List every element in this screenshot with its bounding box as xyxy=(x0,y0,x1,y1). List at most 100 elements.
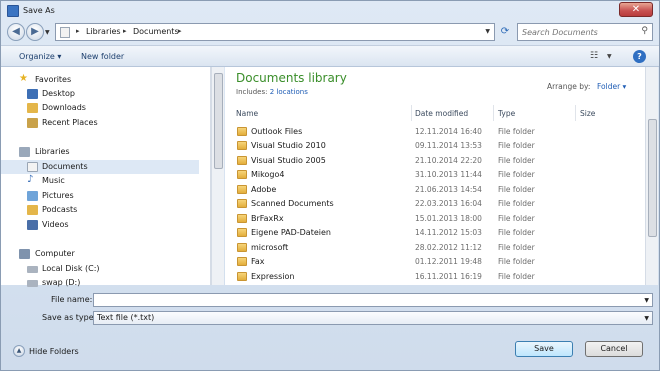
recent-places-icon xyxy=(27,118,38,128)
refresh-button[interactable]: ⟳ xyxy=(498,25,512,39)
file-name: Fax xyxy=(251,257,265,266)
drive-icon xyxy=(27,266,38,273)
sidebar-item-computer[interactable]: Computer xyxy=(1,247,199,261)
column-divider[interactable] xyxy=(493,105,494,121)
address-row: ◀ ▶ ▼ ▸ Libraries ▸ Documents ▸ ▼ ⟳ ⚲ xyxy=(1,21,659,43)
breadcrumb-libraries[interactable]: Libraries xyxy=(86,27,121,36)
close-button[interactable]: ✕ xyxy=(619,2,653,17)
column-header-name[interactable]: Name xyxy=(236,109,258,118)
recent-pages-chevron-icon[interactable]: ▼ xyxy=(45,29,50,36)
arrange-by-label: Arrange by: xyxy=(547,82,591,91)
arrange-by-dropdown[interactable]: Folder ▾ xyxy=(597,82,626,91)
computer-icon xyxy=(19,249,30,259)
file-row[interactable]: Scanned Documents 22.03.2013 16:04 File … xyxy=(225,197,645,211)
sidebar-item-favorites[interactable]: ★ Favorites xyxy=(1,73,199,87)
scrollbar-thumb[interactable] xyxy=(214,73,223,169)
chevron-down-icon[interactable]: ▼ xyxy=(644,297,649,304)
organize-menu[interactable]: Organize ▾ xyxy=(19,52,61,61)
file-name-field[interactable]: ▼ xyxy=(93,293,653,307)
includes-locations-link[interactable]: 2 locations xyxy=(270,88,308,96)
forward-button[interactable]: ▶ xyxy=(26,23,44,41)
sidebar-item-desktop[interactable]: Desktop xyxy=(1,87,199,101)
libraries-icon xyxy=(19,147,30,157)
column-header-size[interactable]: Size xyxy=(580,109,595,118)
sidebar-item-podcasts[interactable]: Podcasts xyxy=(1,203,199,217)
file-date: 21.10.2014 22:20 xyxy=(415,156,482,165)
file-type: File folder xyxy=(498,199,535,208)
folder-icon xyxy=(60,27,70,38)
folder-icon xyxy=(237,272,247,281)
search-input[interactable] xyxy=(522,25,640,40)
title-bar: Save As ✕ xyxy=(1,1,659,21)
file-name-input[interactable] xyxy=(97,294,637,306)
sidebar-item-downloads[interactable]: Downloads xyxy=(1,101,199,115)
sidebar-item-label: Downloads xyxy=(42,103,86,112)
file-name: microsoft xyxy=(251,243,289,252)
file-row[interactable]: microsoft 28.02.2012 11:12 File folder xyxy=(225,241,645,255)
view-options-icon[interactable]: ☷ xyxy=(590,51,598,61)
new-folder-button[interactable]: New folder xyxy=(81,52,124,61)
sidebar-item-music[interactable]: ♪ Music xyxy=(1,174,199,188)
folder-icon xyxy=(237,127,247,136)
save-as-type-select[interactable]: Text file (*.txt) ▼ xyxy=(93,311,653,325)
sidebar-item-pictures[interactable]: Pictures xyxy=(1,189,199,203)
folder-icon xyxy=(237,214,247,223)
file-type: File folder xyxy=(498,214,535,223)
app-icon xyxy=(7,5,19,17)
sidebar-item-recent-places[interactable]: Recent Places xyxy=(1,116,199,130)
sidebar-item-label: Podcasts xyxy=(42,205,78,214)
save-button[interactable]: Save xyxy=(515,341,573,357)
search-icon[interactable]: ⚲ xyxy=(641,26,648,36)
sidebar-item-label: Recent Places xyxy=(42,118,98,127)
file-row[interactable]: BrFaxRx 15.01.2013 18:00 File folder xyxy=(225,212,645,226)
file-row[interactable]: Outlook Files 12.11.2014 16:40 File fold… xyxy=(225,125,645,139)
column-divider[interactable] xyxy=(411,105,412,121)
chevron-down-icon[interactable]: ▼ xyxy=(485,28,490,35)
chevron-right-icon[interactable]: ▸ xyxy=(76,27,80,35)
chevron-down-icon[interactable]: ▼ xyxy=(644,315,649,322)
sidebar-item-libraries[interactable]: Libraries xyxy=(1,145,199,159)
search-box[interactable]: ⚲ xyxy=(517,23,653,41)
chevron-right-icon[interactable]: ▸ xyxy=(123,27,127,35)
back-button[interactable]: ◀ xyxy=(7,23,25,41)
sidebar-item-label: Favorites xyxy=(35,75,72,84)
scrollbar-thumb[interactable] xyxy=(648,119,657,237)
address-bar[interactable]: ▸ Libraries ▸ Documents ▸ ▼ xyxy=(55,23,495,41)
chevron-right-icon[interactable]: ▸ xyxy=(178,27,182,35)
file-row[interactable]: Visual Studio 2005 21.10.2014 22:20 File… xyxy=(225,154,645,168)
folder-icon xyxy=(237,228,247,237)
file-list-scrollbar[interactable] xyxy=(645,67,658,285)
arrow-right-icon: ▶ xyxy=(31,26,39,37)
file-name: Eigene PAD-Dateien xyxy=(251,228,331,237)
chevron-down-icon[interactable]: ▼ xyxy=(607,53,612,60)
column-divider[interactable] xyxy=(575,105,576,121)
cancel-button[interactable]: Cancel xyxy=(585,341,643,357)
folder-icon xyxy=(237,170,247,179)
file-row[interactable]: Eigene PAD-Dateien 14.11.2012 15:03 File… xyxy=(225,226,645,240)
sidebar-item-label: Local Disk (C:) xyxy=(42,264,100,273)
file-type: File folder xyxy=(498,243,535,252)
file-row[interactable]: Visual Studio 2010 09.11.2014 13:53 File… xyxy=(225,139,645,153)
file-row[interactable]: Adobe 21.06.2013 14:54 File folder xyxy=(225,183,645,197)
file-type: File folder xyxy=(498,170,535,179)
folder-icon xyxy=(237,257,247,266)
file-row[interactable]: Mikogo4 31.10.2013 11:44 File folder xyxy=(225,168,645,182)
navigation-scrollbar[interactable] xyxy=(211,67,224,285)
command-bar: Organize ▾ New folder ☷ ▼ ? xyxy=(1,45,659,67)
column-header-type[interactable]: Type xyxy=(498,109,515,118)
file-row[interactable]: Fax 01.12.2011 19:48 File folder xyxy=(225,255,645,269)
sidebar-item-local-disk-c[interactable]: Local Disk (C:) xyxy=(1,262,199,276)
chevron-up-icon[interactable]: ▲ xyxy=(13,345,25,357)
sidebar-item-videos[interactable]: Videos xyxy=(1,218,199,232)
file-row[interactable]: Expression 16.11.2011 16:19 File folder xyxy=(225,270,645,284)
folder-icon xyxy=(237,199,247,208)
breadcrumb-documents[interactable]: Documents xyxy=(133,27,179,36)
help-icon[interactable]: ? xyxy=(633,50,646,63)
column-header-date[interactable]: Date modified xyxy=(415,109,468,118)
save-as-type-value: Text file (*.txt) xyxy=(97,313,155,322)
file-date: 28.02.2012 11:12 xyxy=(415,243,482,252)
file-name: Visual Studio 2005 xyxy=(251,156,326,165)
includes-label: Includes: xyxy=(236,88,268,96)
hide-folders-button[interactable]: Hide Folders xyxy=(29,347,79,356)
sidebar-item-documents[interactable]: Documents xyxy=(1,160,199,174)
